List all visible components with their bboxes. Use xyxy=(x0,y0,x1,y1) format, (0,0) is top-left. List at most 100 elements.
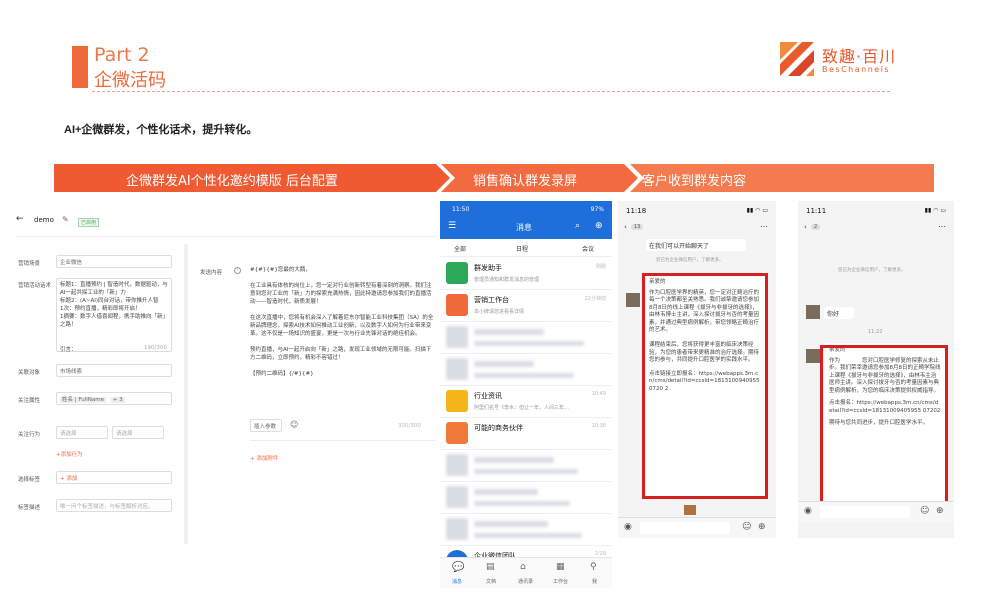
menu-icon[interactable]: ☰ xyxy=(448,221,456,231)
filter-schedule[interactable]: 日程 xyxy=(516,244,528,253)
emoji-icon[interactable]: ☺ xyxy=(290,420,298,429)
unread-count: 13 xyxy=(631,224,644,230)
filter-meeting[interactable]: 会议 xyxy=(582,244,594,253)
tab-workbench-icon[interactable]: ▦ xyxy=(556,562,565,572)
behavior-select-b[interactable]: 请选择 xyxy=(112,426,164,439)
tag-desc-label: 标签描述 xyxy=(18,505,41,511)
attr-tag: 姓名 | FullName xyxy=(60,397,106,403)
chat-item-blurred[interactable] xyxy=(440,354,612,386)
chat-preview: 阿里们名号《李水：但让一年，人间三年… xyxy=(474,405,570,411)
tab-contacts-icon[interactable]: ⌂ xyxy=(520,562,526,572)
part-label: Part 2 xyxy=(94,44,150,66)
back-icon[interactable]: ‹ xyxy=(624,223,627,231)
subtitle: AI+企微群发，个性化话术，提升转化。 xyxy=(64,124,258,136)
voice-icon[interactable]: ◉ xyxy=(624,522,632,532)
chat-name: 营销工作台 xyxy=(474,296,509,304)
title-accent-bar xyxy=(72,46,88,88)
chat-item-marketing[interactable]: 营销工作台 本小牌请您进看看详情 22分钟前 xyxy=(440,290,612,322)
tab-me-icon[interactable]: ⚲ xyxy=(590,562,597,572)
chat-item-blurred[interactable] xyxy=(440,514,612,546)
search-icon[interactable]: ⌕ xyxy=(575,221,580,231)
tab-docs-icon[interactable]: ▤ xyxy=(486,562,495,572)
phone-chat-screen-2: 11:11 ▮▮ ◠ ▭ ‹ 2 ⋯ 您已为企业微信用户，了解更多。 你好 11… xyxy=(798,201,954,538)
tab-messages-icon[interactable]: 💬 xyxy=(452,562,464,573)
scene-select[interactable]: 企业微信 xyxy=(56,255,172,268)
tab-contacts-label: 通讯录 xyxy=(518,579,534,585)
blurred-avatar xyxy=(446,486,468,508)
column-separator xyxy=(184,244,188,544)
tab-me-label: 我 xyxy=(592,579,598,585)
chat-item-blurred[interactable] xyxy=(440,482,612,514)
back-icon[interactable]: ‹ xyxy=(804,223,807,231)
tab-messages-label: 消息 xyxy=(452,579,463,585)
chat-item-blurred[interactable] xyxy=(440,450,612,482)
add-attachment-link[interactable]: + 添加附件 xyxy=(250,454,278,462)
attr-more: + 3 xyxy=(110,397,125,403)
object-label: 关联对象 xyxy=(18,370,41,376)
object-select[interactable]: 市场线索 xyxy=(56,364,172,377)
message-bubble: 在我们可以开始聊天了 xyxy=(646,239,746,251)
tag-desc-input[interactable]: 唯一问个标签描述，与标签解析对应。 xyxy=(56,499,172,512)
banner-config: 企微群发AI个性化邀约模版 后台配置 xyxy=(54,164,436,192)
blurred-avatar xyxy=(446,518,468,540)
phone3-time: 11:11 xyxy=(806,207,827,215)
behavior-select-a[interactable]: 请选择 xyxy=(56,426,108,439)
chat-time: 10:38 xyxy=(591,423,606,429)
voice-icon[interactable]: ◉ xyxy=(804,506,812,516)
message-content[interactable]: #{#}{#}您最的大鹅， 在工业具有体核的岗位上，您一定对行业创新转型有着深刻… xyxy=(250,266,436,416)
message-input[interactable] xyxy=(820,506,910,518)
blurred-preview xyxy=(474,469,578,474)
phone2-time: 11:18 xyxy=(626,207,647,215)
scene-label: 营销场景 xyxy=(18,261,41,267)
content-divider xyxy=(250,440,436,441)
phone-header: 11:50 97% ☰ 消息 ⌕ ⊕ xyxy=(440,201,612,239)
insert-param-button[interactable]: 插入参数 xyxy=(250,419,282,432)
highlight-box xyxy=(820,345,948,517)
script-textarea[interactable]: 标题1：直播预约 | 智造时代，数据驱动，与AI一起共探工业的「新」力 标题2：… xyxy=(56,278,172,352)
add-tag-button[interactable]: + 添加 xyxy=(56,471,172,484)
help-icon: ? xyxy=(234,267,241,274)
more-icon[interactable]: ⋯ xyxy=(938,222,946,231)
status-icons: ▮▮ ◠ ▭ xyxy=(746,207,768,214)
tag-label: 选择标签 xyxy=(18,477,41,483)
phone-chat-screen-1: 11:18 ▮▮ ◠ ▭ ‹ 13 ⋯ 在我们可以开始聊天了 您已为企业微信用户… xyxy=(618,201,776,538)
blurred-preview xyxy=(474,533,582,538)
status-badge: 已启用 xyxy=(78,218,100,227)
chat-item-partners[interactable]: 可能的商务伙伴 10:38 xyxy=(440,418,612,450)
back-arrow-icon[interactable]: ← xyxy=(16,214,24,224)
blurred-name xyxy=(474,489,538,495)
header-divider xyxy=(92,91,890,92)
plus-icon[interactable]: ⊕ xyxy=(758,522,766,532)
highlight-box xyxy=(642,273,768,499)
chat-preview: 管理员通知和群发消息的管理 xyxy=(474,277,540,283)
edit-icon[interactable]: ✎ xyxy=(62,215,69,224)
chat-item-blurred[interactable] xyxy=(440,322,612,354)
chat-item-news[interactable]: 行业资讯 阿里们名号《李水：但让一年，人间三年… 10:49 xyxy=(440,386,612,418)
system-note: 您已为企业微信用户，了解更多。 xyxy=(656,258,724,263)
chat-time: 22分钟前 xyxy=(584,296,606,302)
chat-name: 可能的商务伙伴 xyxy=(474,424,523,432)
bottom-tab-bar: 💬 消息 ▤ 文档 ⌂ 通讯录 ▦ 工作台 ⚲ 我 xyxy=(440,557,612,588)
blurred-name xyxy=(474,521,548,527)
page-title: 企微活码 xyxy=(94,70,166,91)
blurred-preview xyxy=(474,501,570,506)
message-input[interactable] xyxy=(640,522,730,534)
chat-item-broadcast[interactable]: 群发助手 管理员通知和群发消息的管理 刚刚 xyxy=(440,258,612,290)
send-content-label: 发送内容 xyxy=(200,270,223,276)
more-icon[interactable]: ⋯ xyxy=(760,222,768,231)
attr-select[interactable]: 姓名 | FullName + 3 xyxy=(56,392,172,405)
blurred-avatar xyxy=(446,326,468,348)
tab-docs-label: 文档 xyxy=(486,579,497,585)
add-behavior-link[interactable]: +添加行为 xyxy=(56,450,83,458)
plus-icon[interactable]: ⊕ xyxy=(936,506,944,516)
sender-avatar xyxy=(806,305,820,319)
broadcast-icon xyxy=(446,262,468,284)
emoji-icon[interactable]: ☺ xyxy=(742,522,751,532)
panel-divider xyxy=(16,236,436,237)
emoji-icon[interactable]: ☺ xyxy=(920,506,929,516)
add-icon[interactable]: ⊕ xyxy=(595,221,603,231)
filter-all[interactable]: 全部 xyxy=(454,244,466,253)
system-note: 您已为企业微信用户，了解更多。 xyxy=(838,268,906,273)
config-name: demo xyxy=(34,216,54,224)
unread-count: 2 xyxy=(811,224,821,230)
